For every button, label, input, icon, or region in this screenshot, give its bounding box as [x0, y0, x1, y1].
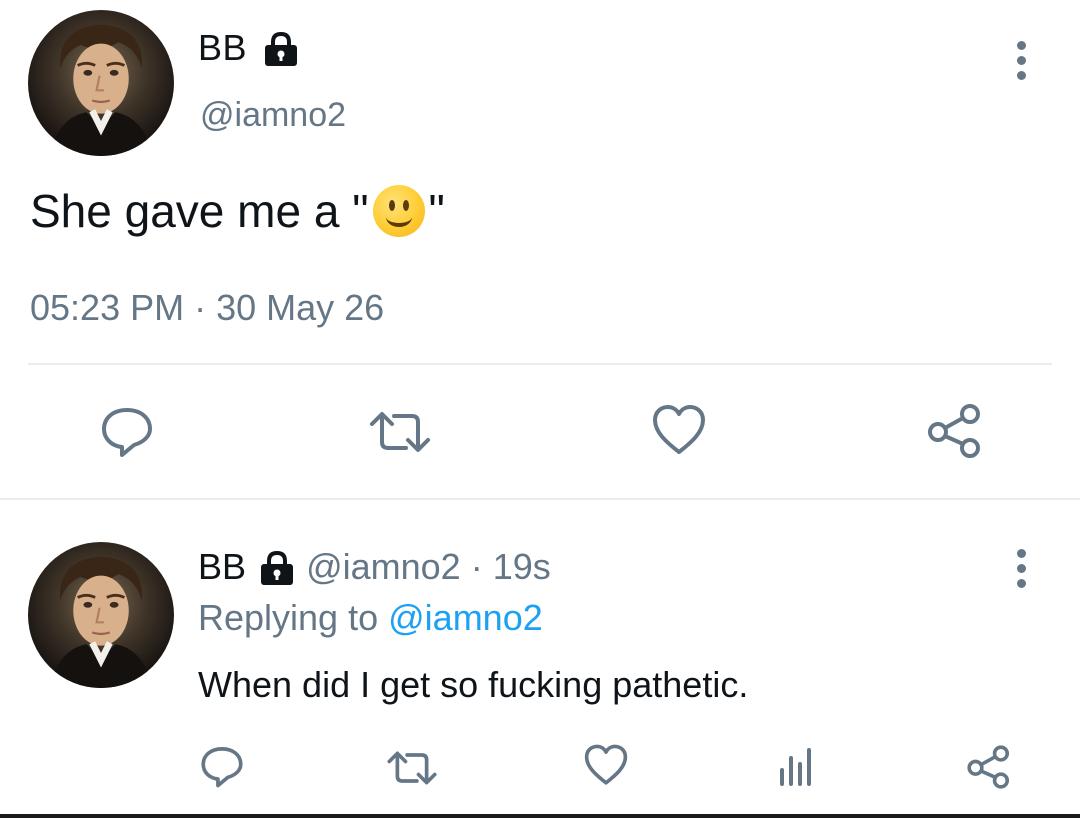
reply-username[interactable]: @iamno2	[306, 546, 461, 587]
retweet-icon	[370, 412, 430, 452]
retweet-button[interactable]	[368, 408, 432, 456]
section-divider	[0, 498, 1080, 500]
reply-analytics-button[interactable]	[776, 744, 816, 786]
share-icon	[967, 745, 1010, 789]
tweet-text-start: She gave me a "	[30, 185, 369, 237]
replying-to: Replying to @iamno2	[198, 596, 543, 640]
reply-like-button[interactable]	[584, 744, 628, 786]
divider	[28, 363, 1052, 365]
avatar[interactable]	[28, 10, 174, 156]
reply-share-button[interactable]	[966, 744, 1012, 790]
reply-text: When did I get so fucking pathetic.	[198, 664, 749, 705]
reply-button[interactable]	[100, 404, 154, 458]
timestamp[interactable]: 05:23 PM · 30 May 26	[30, 286, 384, 330]
display-name[interactable]: BB	[198, 28, 300, 68]
reply-icon	[102, 408, 152, 457]
reply-display-name[interactable]: BB	[198, 546, 246, 587]
reply-time[interactable]: 19s	[493, 546, 551, 587]
tweet-text: She gave me a " "	[30, 183, 445, 239]
reply-avatar[interactable]	[28, 542, 174, 688]
retweet-icon	[387, 751, 437, 785]
reply-reply-button[interactable]	[200, 744, 244, 788]
reply-icon	[201, 747, 243, 788]
share-icon	[928, 404, 980, 458]
like-icon	[653, 405, 705, 454]
avatar-image	[49, 24, 153, 156]
username[interactable]: @iamno2	[200, 95, 346, 135]
reply-more-options-icon[interactable]	[1015, 549, 1027, 594]
more-options-icon[interactable]	[1015, 41, 1027, 86]
avatar-image	[49, 556, 153, 688]
like-button[interactable]	[652, 404, 706, 456]
replying-to-link[interactable]: @iamno2	[388, 597, 543, 638]
display-name-text: BB	[198, 27, 248, 68]
tweet-text-end: "	[428, 185, 445, 237]
lock-icon	[258, 551, 296, 587]
bottom-border	[0, 814, 1080, 818]
reply-header: BB @iamno2 · 19s	[198, 546, 551, 588]
reply-retweet-button[interactable]	[386, 748, 438, 788]
share-button[interactable]	[926, 402, 984, 460]
like-icon	[584, 744, 628, 785]
separator-dot: ·	[470, 546, 483, 587]
replying-to-label: Replying to	[198, 597, 379, 638]
analytics-icon	[780, 748, 811, 786]
lock-icon	[262, 32, 300, 68]
smiling-face-emoji	[372, 185, 425, 237]
